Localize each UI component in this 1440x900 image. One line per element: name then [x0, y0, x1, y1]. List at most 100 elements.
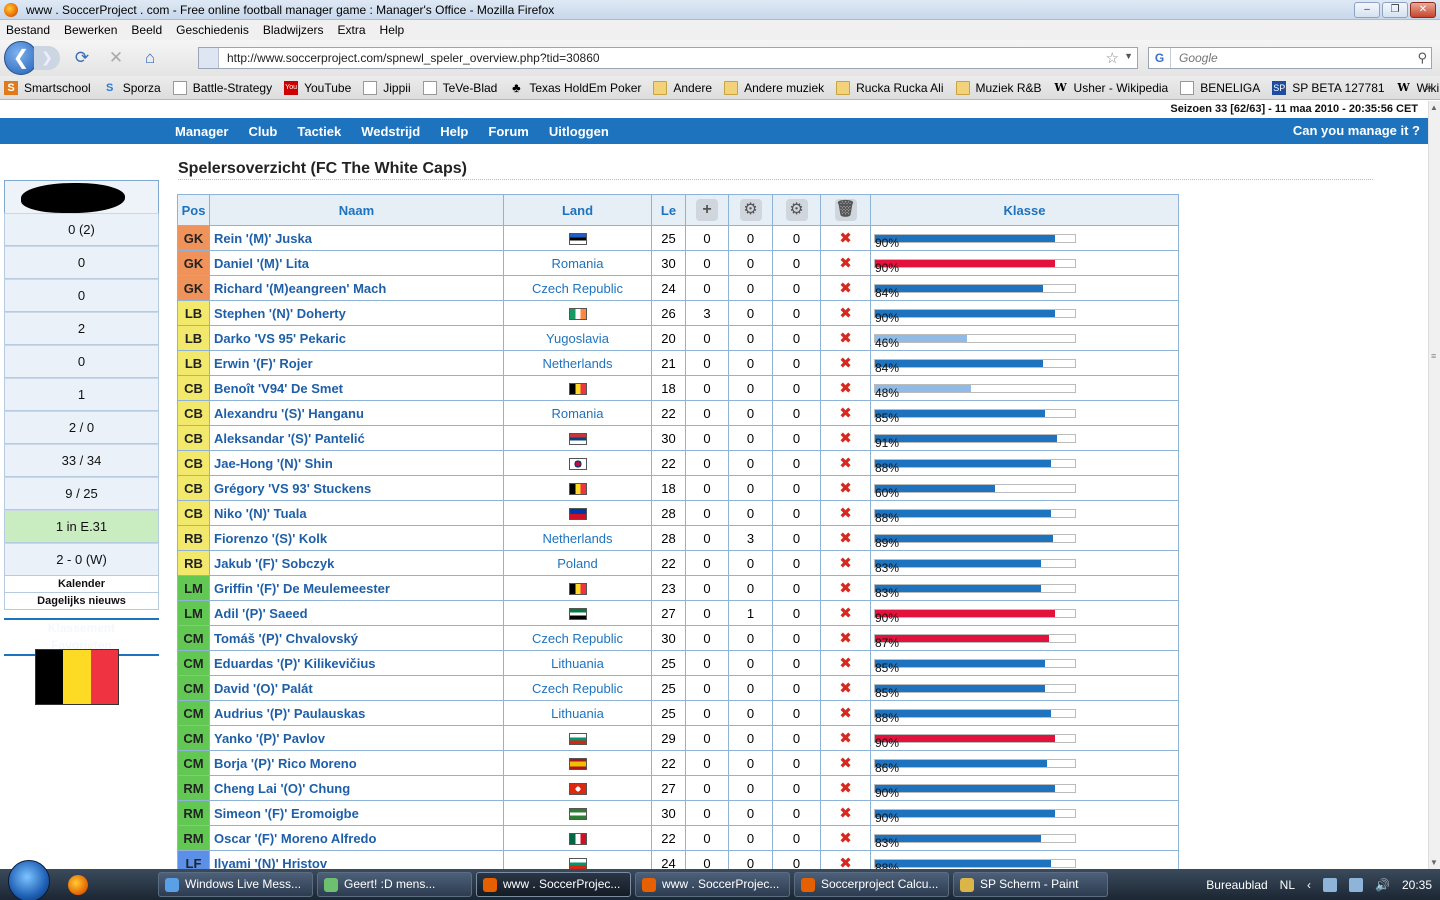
player-name-link[interactable]: Fiorenzo '(S)' Kolk: [209, 525, 504, 551]
country-cell[interactable]: Czech Republic: [503, 275, 652, 301]
delete-x-icon[interactable]: ✖: [839, 805, 852, 822]
delete-cell[interactable]: ✖: [820, 250, 871, 276]
table-row[interactable]: LM Adil '(P)' Saeed 27 0 1 0 ✖ 90%: [177, 600, 1179, 626]
site-identity-icon[interactable]: [199, 48, 219, 68]
delete-cell[interactable]: ✖: [820, 450, 871, 476]
col-injury[interactable]: ⚙: [728, 194, 773, 226]
desktop-label[interactable]: Bureaublad: [1206, 878, 1267, 892]
table-row[interactable]: GK Rein '(M)' Juska 25 0 0 0 ✖ 90%: [177, 225, 1179, 251]
delete-cell[interactable]: ✖: [820, 800, 871, 826]
delete-cell[interactable]: ✖: [820, 775, 871, 801]
delete-x-icon[interactable]: ✖: [839, 280, 852, 297]
bookmark-label[interactable]: TeVe-Blad: [443, 81, 498, 95]
address-bar[interactable]: http://www.soccerproject.com/spnewl_spel…: [198, 47, 1138, 69]
taskbar-button-label[interactable]: Windows Live Mess...: [185, 873, 301, 896]
menu-item-bewerken[interactable]: Bewerken: [64, 23, 117, 37]
delete-x-icon[interactable]: ✖: [839, 555, 852, 572]
taskbar-button-label[interactable]: Soccerproject Calcu...: [821, 873, 938, 896]
delete-cell[interactable]: ✖: [820, 500, 871, 526]
delete-x-icon[interactable]: ✖: [839, 230, 852, 247]
table-row[interactable]: GK Richard '(M)eangreen' Mach Czech Republ…: [177, 275, 1179, 301]
nav-wedstrijd[interactable]: Wedstrijd: [361, 124, 420, 139]
sidebar-stat[interactable]: 0 (2): [4, 213, 159, 246]
delete-cell[interactable]: ✖: [820, 375, 871, 401]
delete-cell[interactable]: ✖: [820, 475, 871, 501]
bookmark-label[interactable]: Andere muziek: [744, 81, 824, 95]
bookmark-label[interactable]: Smartschool: [24, 81, 91, 95]
maximize-button[interactable]: ❐: [1382, 2, 1408, 18]
firefox-quicklaunch-icon[interactable]: [68, 874, 88, 895]
col-suspension[interactable]: ⚙: [772, 194, 821, 226]
delete-x-icon[interactable]: ✖: [839, 630, 852, 647]
player-name-link[interactable]: Rein '(M)' Juska: [209, 225, 504, 251]
country-cell[interactable]: Lithuania: [503, 700, 652, 726]
delete-x-icon[interactable]: ✖: [839, 480, 852, 497]
bookmark-label[interactable]: Andere: [673, 81, 712, 95]
bookmark-label[interactable]: Jippii: [383, 81, 410, 95]
delete-x-icon[interactable]: ✖: [839, 430, 852, 447]
table-row[interactable]: RM Simeon '(F)' Eromoigbe 30 0 0 0 ✖ 90%: [177, 800, 1179, 826]
taskbar-button-label[interactable]: SP Scherm - Paint: [980, 873, 1078, 896]
menu-item-bladwijzers[interactable]: Bladwijzers: [263, 23, 324, 37]
country-cell[interactable]: Czech Republic: [503, 625, 652, 651]
search-input[interactable]: [1179, 51, 1409, 65]
bookmark-label[interactable]: SP BETA 127781: [1292, 81, 1384, 95]
table-row[interactable]: CB Alexandru '(S)' Hanganu Romania 22 0 0 0 ✖ 85…: [177, 400, 1179, 426]
menu-item-help[interactable]: Help: [380, 23, 405, 37]
player-name-link[interactable]: Adil '(P)' Saeed: [209, 600, 504, 626]
bookmark-label[interactable]: Texas HoldEm Poker: [529, 81, 641, 95]
country-cell[interactable]: [503, 475, 652, 501]
country-cell[interactable]: [503, 825, 652, 851]
bookmark-item[interactable]: WWikipedia: [1397, 81, 1440, 95]
home-icon[interactable]: ⌂: [138, 48, 162, 68]
menu-item-beeld[interactable]: Beeld: [131, 23, 162, 37]
sidebar-stat[interactable]: 33 / 34: [4, 444, 159, 477]
table-row[interactable]: CB Jae-Hong '(N)' Shin 22 0 0 0 ✖ 88%: [177, 450, 1179, 476]
chevron-right-icon[interactable]: »: [1425, 80, 1432, 94]
delete-cell[interactable]: ✖: [820, 400, 871, 426]
menu-item-bestand[interactable]: Bestand: [6, 23, 50, 37]
table-row[interactable]: LF Ilyami '(N)' Hristov 24 0 0 0 ✖ 88%: [177, 850, 1179, 869]
reload-icon[interactable]: ⟳: [70, 48, 94, 68]
bookmark-item[interactable]: Andere muziek: [724, 80, 824, 95]
nav-tactiek[interactable]: Tactiek: [297, 124, 341, 139]
col-land[interactable]: Land: [503, 194, 652, 226]
scroll-down-icon[interactable]: ▼: [1430, 858, 1438, 867]
table-row[interactable]: CM David '(O)' Palát Czech Republic 25 0 0 0 ✖ 8…: [177, 675, 1179, 701]
delete-x-icon[interactable]: ✖: [839, 680, 852, 697]
player-name-link[interactable]: Jae-Hong '(N)' Shin: [209, 450, 504, 476]
player-name-link[interactable]: Erwin '(F)' Rojer: [209, 350, 504, 376]
delete-x-icon[interactable]: ✖: [839, 355, 852, 372]
table-row[interactable]: RB Fiorenzo '(S)' Kolk Netherlands 28 0 3 0 ✖ 89…: [177, 525, 1179, 551]
bookmark-item[interactable]: SP SP BETA 127781: [1272, 80, 1385, 95]
player-name-link[interactable]: Tomáš '(P)' Chvalovský: [209, 625, 504, 651]
monitor-icon[interactable]: [1349, 877, 1364, 892]
delete-cell[interactable]: ✖: [820, 550, 871, 576]
bookmark-item[interactable]: BENELIGA: [1180, 80, 1260, 95]
table-row[interactable]: LB Erwin '(F)' Rojer Netherlands 21 0 0 0 ✖ 84%: [177, 350, 1179, 376]
player-name-link[interactable]: Simeon '(F)' Eromoigbe: [209, 800, 504, 826]
taskbar-button[interactable]: www . SoccerProjec...: [476, 872, 631, 897]
delete-x-icon[interactable]: ✖: [839, 605, 852, 622]
player-name-link[interactable]: Jakub '(F)' Sobczyk: [209, 550, 504, 576]
delete-cell[interactable]: ✖: [820, 675, 871, 701]
player-name-link[interactable]: Yanko '(P)' Pavlov: [209, 725, 504, 751]
player-name-link[interactable]: David '(O)' Palát: [209, 675, 504, 701]
country-cell[interactable]: [503, 375, 652, 401]
delete-x-icon[interactable]: ✖: [839, 855, 852, 869]
bookmark-label[interactable]: Sporza: [123, 81, 161, 95]
delete-x-icon[interactable]: ✖: [839, 830, 852, 847]
bookmark-label[interactable]: Battle-Strategy: [193, 81, 272, 95]
delete-cell[interactable]: ✖: [820, 625, 871, 651]
player-name-link[interactable]: Benoît 'V94' De Smet: [209, 375, 504, 401]
delete-x-icon[interactable]: ✖: [839, 530, 852, 547]
player-name-link[interactable]: Borja '(P)' Rico Moreno: [209, 750, 504, 776]
sidebar-stat[interactable]: 1: [4, 378, 159, 411]
player-name-link[interactable]: Griffin '(F)' De Meulemeester: [209, 575, 504, 601]
menu-item-geschiedenis[interactable]: Geschiedenis: [176, 23, 249, 37]
player-name-link[interactable]: Grégory 'VS 93' Stuckens: [209, 475, 504, 501]
volume-icon[interactable]: 🔊: [1375, 878, 1390, 892]
bookmark-label[interactable]: Usher - Wikipedia: [1074, 81, 1169, 95]
country-cell[interactable]: [503, 800, 652, 826]
col-trash[interactable]: 🗑: [820, 194, 871, 226]
